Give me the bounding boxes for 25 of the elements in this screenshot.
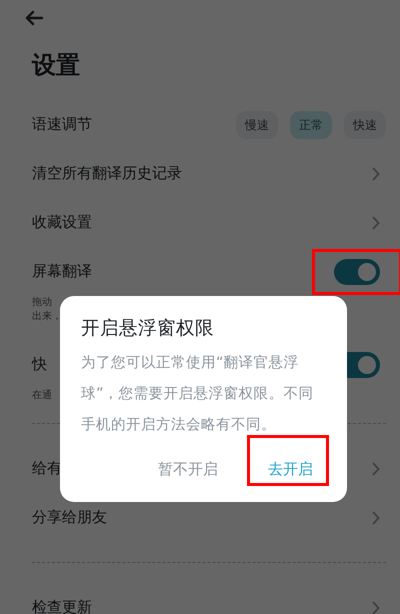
page-title: 设置 (32, 50, 81, 81)
setting-label: 清空所有翻译历史记录 (32, 163, 182, 184)
chevron-right-icon (372, 510, 380, 524)
toggle-switch[interactable] (334, 258, 380, 284)
dialog-message: 为了您可以正常使用“翻译官悬浮球”，您需要开启悬浮窗权限。不同手机的开启方法会略有不同。 (81, 353, 315, 435)
setting-label: 分享给朋友 (32, 507, 107, 528)
setting-label: 给有 (32, 458, 62, 480)
chevron-right-icon (372, 166, 380, 180)
setting-label: 快 (32, 354, 47, 376)
speed-option[interactable]: 快速 (344, 110, 386, 138)
chevron-right-icon (372, 462, 380, 476)
dialog-button[interactable]: 暂不开启 (144, 452, 232, 486)
setting-description: 拖动 (32, 296, 52, 310)
setting-label: 语速调节 (32, 114, 92, 136)
chevron-right-icon (372, 600, 380, 614)
setting-description: 出来， (32, 310, 62, 324)
setting-description: 在通 (32, 389, 52, 403)
setting-label: 屏幕翻译 (32, 261, 92, 282)
chevron-right-icon (372, 216, 380, 230)
speed-option[interactable]: 正常 (290, 110, 332, 138)
dialog-button[interactable]: 去开启 (254, 452, 327, 486)
back-icon[interactable] (24, 10, 44, 26)
dialog-title: 开启悬浮窗权限 (81, 317, 215, 341)
setting-label: 收藏设置 (32, 212, 92, 234)
speed-option[interactable]: 慢速 (236, 110, 278, 138)
